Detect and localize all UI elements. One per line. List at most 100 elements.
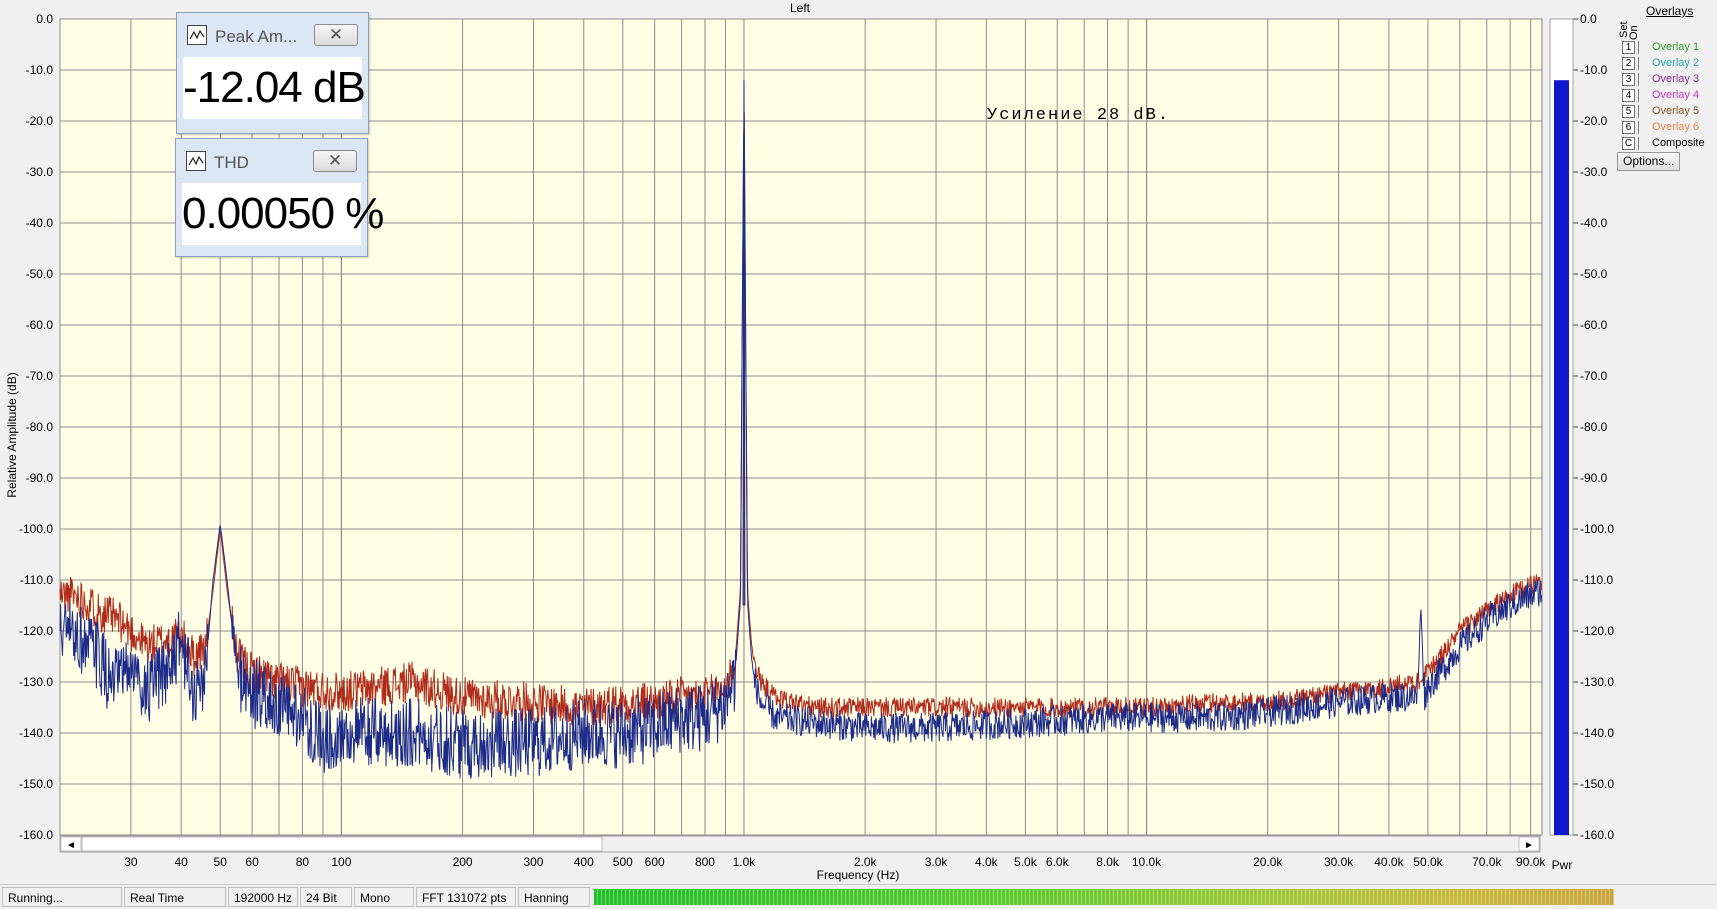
overlay-set-button[interactable]: 2 xyxy=(1622,57,1635,70)
overlay-set-button[interactable]: 1 xyxy=(1622,41,1635,54)
overlay-on-checkbox[interactable] xyxy=(1638,105,1640,118)
x-tick-labels: 30 40 50 60 80 100 200 300 400 500 600 800 1.0k 2.0k 3… xyxy=(124,855,1546,869)
y-tick-label-right: -90.0 xyxy=(1580,471,1608,485)
pwr-bar-fill xyxy=(1554,80,1569,835)
status-bar: Running... Real Time 192000 Hz 24 Bit Mo… xyxy=(0,884,1717,909)
y-tick-label-right: -100.0 xyxy=(1580,522,1614,536)
thd-value: 0.00050 % xyxy=(182,183,384,245)
y-tick-label: -60.0 xyxy=(26,318,54,332)
status-bit-depth[interactable]: 24 Bit xyxy=(300,887,352,907)
x-tick-label: 50 xyxy=(214,855,228,869)
overlay-label: Overlay 3 xyxy=(1652,73,1700,85)
y-axis-label: Relative Amplitude (dB) xyxy=(5,372,19,497)
options-button[interactable]: Options... xyxy=(1617,152,1680,171)
meter-close-button[interactable]: ✕ xyxy=(313,150,357,172)
close-icon: ✕ xyxy=(328,25,344,44)
overlay-set-button[interactable]: 5 xyxy=(1622,105,1635,118)
horizontal-scrollbar[interactable]: ◄ ► xyxy=(59,835,1541,853)
y-tick-label-right: -50.0 xyxy=(1580,267,1608,281)
x-tick-label: 30 xyxy=(124,855,138,869)
x-tick-label: 8.0k xyxy=(1096,855,1120,869)
x-tick-label: 50.0k xyxy=(1413,855,1443,869)
y-tick-label: -150.0 xyxy=(19,777,53,791)
chart-annotation: Усиление 28 dB. xyxy=(987,106,1170,125)
y-tick-label: -130.0 xyxy=(19,675,53,689)
overlay-set-button[interactable]: C xyxy=(1622,137,1635,150)
overlay-on-checkbox[interactable] xyxy=(1638,89,1640,102)
x-tick-label: 400 xyxy=(574,855,594,869)
x-tick-label: 100 xyxy=(331,855,351,869)
thd-meter[interactable]: THD ✕ 0.00050 % xyxy=(175,138,384,257)
close-icon: ✕ xyxy=(327,151,343,170)
y-tick-label: -160.0 xyxy=(19,828,53,842)
x-tick-label: 20.0k xyxy=(1253,855,1283,869)
x-tick-label: 40 xyxy=(175,855,189,869)
x-tick-label: 800 xyxy=(695,855,715,869)
overlay-set-button[interactable]: 6 xyxy=(1622,121,1635,134)
y-tick-label-right: -70.0 xyxy=(1580,369,1608,383)
pwr-label: Pwr xyxy=(1552,858,1573,872)
overlay-on-checkbox[interactable] xyxy=(1638,57,1640,70)
overlay-on-checkbox[interactable] xyxy=(1638,121,1640,134)
overlay-on-checkbox[interactable] xyxy=(1638,137,1640,150)
overlay-row[interactable]: 4 Overlay 4 xyxy=(1618,88,1717,104)
x-tick-label: 70.0k xyxy=(1472,855,1502,869)
y-tick-label-right: -120.0 xyxy=(1580,624,1614,638)
y-tick-label-right: -110.0 xyxy=(1580,573,1613,587)
y-tick-labels: 0.0 -10.0 -20.0 -30.0 -40.0 -50.0 -60.0 -70.0 -8… xyxy=(19,12,53,842)
overlay-on-checkbox[interactable] xyxy=(1638,73,1640,86)
scroll-right-icon: ► xyxy=(1524,840,1534,851)
overlay-row[interactable]: 2 Overlay 2 xyxy=(1618,56,1717,72)
y-tick-label: -20.0 xyxy=(26,114,54,128)
y-tick-label: -80.0 xyxy=(26,420,54,434)
y-tick-label-right: -20.0 xyxy=(1580,114,1608,128)
overlay-label: Overlay 5 xyxy=(1652,105,1700,117)
x-axis-label: Frequency (Hz) xyxy=(817,868,900,882)
overlay-row[interactable]: C Composite xyxy=(1618,136,1717,152)
x-tick-label: 80 xyxy=(296,855,310,869)
overlay-row[interactable]: 5 Overlay 5 xyxy=(1618,104,1717,120)
overlay-on-checkbox[interactable] xyxy=(1638,41,1640,54)
y-tick-label: -70.0 xyxy=(26,369,54,383)
scroll-left-icon: ◄ xyxy=(66,840,76,851)
y-tick-label-right: -10.0 xyxy=(1580,63,1608,77)
y-tick-label: -140.0 xyxy=(19,726,53,740)
overlay-row[interactable]: 3 Overlay 3 xyxy=(1618,72,1717,88)
chart-title: Left xyxy=(790,1,811,15)
y-tick-label: -120.0 xyxy=(19,624,53,638)
x-tick-label: 40.0k xyxy=(1374,855,1404,869)
y-tick-label: -10.0 xyxy=(26,63,54,77)
overlay-row[interactable]: 1 Overlay 1 xyxy=(1618,40,1717,56)
overlay-row[interactable]: 6 Overlay 6 xyxy=(1618,120,1717,136)
y-tick-label: -100.0 xyxy=(19,522,53,536)
status-mode[interactable]: Real Time xyxy=(124,887,226,907)
x-tick-label: 300 xyxy=(523,855,543,869)
y-tick-label-right: -140.0 xyxy=(1580,726,1614,740)
overlay-set-button[interactable]: 3 xyxy=(1622,73,1635,86)
meter-graph-icon xyxy=(186,151,206,171)
y-tick-label: -40.0 xyxy=(26,216,54,230)
peak-amplitude-meter[interactable]: Peak Am... ✕ -12.04 dB xyxy=(176,12,369,134)
peak-amplitude-value: -12.04 dB xyxy=(183,57,366,119)
overlay-label: Overlay 1 xyxy=(1652,41,1700,53)
overlay-label: Overlay 2 xyxy=(1652,57,1700,69)
status-window[interactable]: Hanning xyxy=(518,887,590,907)
y-tick-label-right: -130.0 xyxy=(1580,675,1614,689)
y-tick-label-right: 0.0 xyxy=(1580,12,1597,26)
on-column-label: On xyxy=(1628,25,1640,40)
x-tick-label: 60 xyxy=(245,855,259,869)
status-channels[interactable]: Mono xyxy=(354,887,414,907)
scroll-thumb[interactable] xyxy=(81,836,603,852)
status-state: Running... xyxy=(2,887,122,907)
status-sample-rate[interactable]: 192000 Hz xyxy=(228,887,298,907)
overlay-set-button[interactable]: 4 xyxy=(1622,89,1635,102)
status-fft-size[interactable]: FFT 131072 pts xyxy=(416,887,516,907)
y-tick-label: -30.0 xyxy=(26,165,54,179)
meter-graph-icon xyxy=(187,25,207,45)
meter-close-button[interactable]: ✕ xyxy=(314,24,358,46)
x-tick-label: 200 xyxy=(453,855,473,869)
x-tick-label: 6.0k xyxy=(1046,855,1070,869)
x-tick-label: 90.0k xyxy=(1516,855,1546,869)
overlay-label: Overlay 6 xyxy=(1652,121,1700,133)
input-level-meter xyxy=(594,889,1614,905)
